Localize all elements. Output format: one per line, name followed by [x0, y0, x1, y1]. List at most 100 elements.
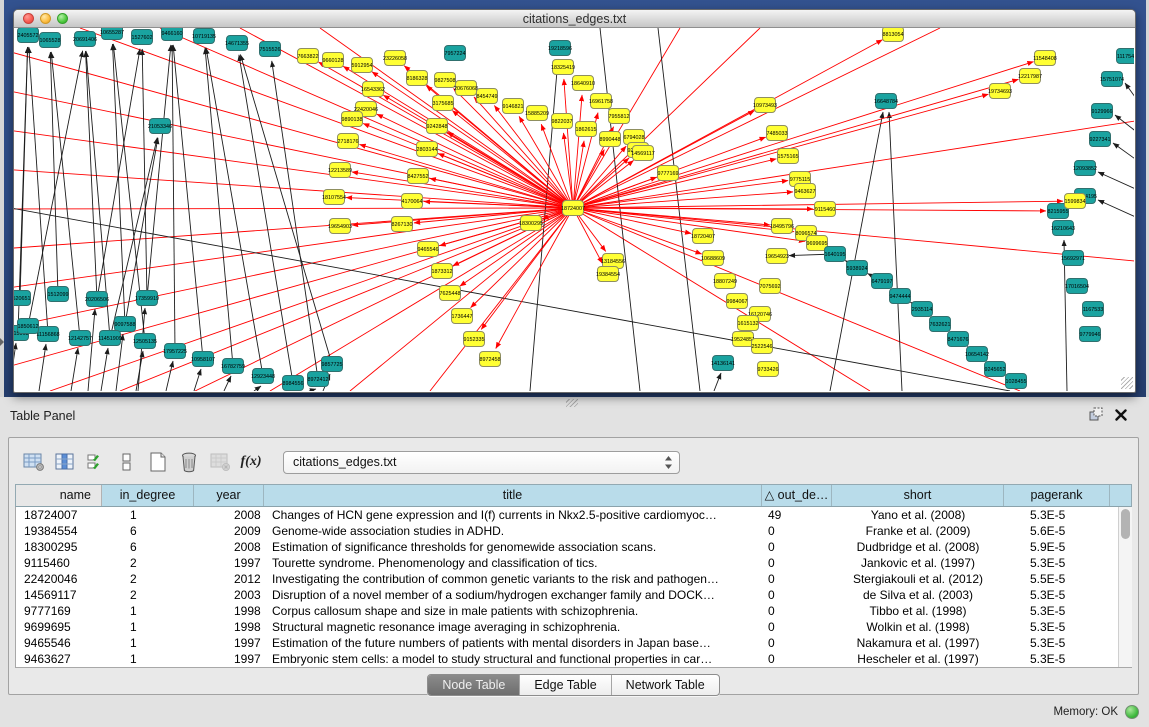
graph-node[interactable]: 18107554 [322, 190, 346, 205]
graph-node[interactable]: 9474444 [890, 289, 911, 304]
graph-node[interactable]: 7075692 [760, 279, 781, 294]
graph-node[interactable]: 11156868 [36, 327, 59, 342]
graph-node[interactable]: 7663822 [298, 49, 319, 64]
graph-node[interactable]: 9779946 [1080, 327, 1101, 342]
graph-node[interactable]: 14569117 [631, 146, 655, 161]
column-header-out_degree[interactable]: △ out_de… [762, 485, 832, 506]
graph-node[interactable]: 8972412 [308, 372, 329, 387]
graph-node[interactable]: 2520651 [14, 291, 31, 306]
column-header-title[interactable]: title [264, 485, 762, 506]
memory-led-icon[interactable] [1125, 705, 1139, 719]
canvas-resize-grip[interactable] [1121, 377, 1133, 389]
graph-node[interactable]: 1512099 [48, 287, 69, 302]
graph-node[interactable]: 4170064 [402, 194, 423, 209]
network-canvas[interactable]: 2405572106552820691406106552871527602946… [14, 28, 1135, 391]
graph-node[interactable]: 1117543 [1117, 49, 1135, 64]
graph-node[interactable]: 12923448 [251, 369, 275, 384]
graph-node[interactable]: 18495796 [770, 219, 794, 234]
graph-node[interactable]: 8984556 [283, 376, 304, 391]
graph-node[interactable]: 18325419 [551, 60, 575, 75]
graph-node[interactable]: 9115460 [815, 202, 836, 217]
graph-node[interactable]: 9129966 [1092, 104, 1113, 119]
column-header-short[interactable]: short [832, 485, 1004, 506]
table-scrollbar-thumb[interactable] [1121, 509, 1130, 539]
tab-network-table[interactable]: Network Table [611, 675, 719, 695]
graph-node[interactable]: 12142757 [68, 331, 92, 346]
table-row[interactable]: 2242004622012Investigating the contribut… [16, 571, 1131, 587]
tab-node-table[interactable]: Node Table [428, 675, 519, 695]
graph-node[interactable]: 8990448 [600, 132, 621, 147]
graph-node[interactable]: 9857725 [322, 357, 343, 372]
column-header-pagerank[interactable]: pagerank [1004, 485, 1110, 506]
graph-node[interactable]: 12217987 [1018, 69, 1042, 84]
graph-node[interactable]: 11548408 [1033, 51, 1057, 66]
graph-node[interactable]: 18720407 [691, 229, 715, 244]
graph-node[interactable]: 5938924 [847, 261, 868, 276]
graph-node[interactable]: 11451909 [98, 331, 122, 346]
zoom-window-button[interactable] [57, 13, 68, 24]
graph-node[interactable]: 2522546 [752, 339, 773, 354]
graph-node[interactable]: 2803144 [417, 142, 438, 157]
table-row[interactable]: 1830029562008Estimation of significance … [16, 539, 1131, 555]
graph-node[interactable]: 6479197 [872, 274, 893, 289]
graph-node[interactable]: 1640195 [825, 247, 846, 262]
graph-node[interactable]: 16961758 [589, 94, 613, 109]
graph-node[interactable]: 7632621 [930, 317, 951, 332]
graph-node[interactable]: 10719135 [192, 29, 216, 44]
column-header-in_degree[interactable]: in_degree [102, 485, 194, 506]
graph-node[interactable]: 1736447 [452, 309, 473, 324]
graph-node[interactable]: 2405572 [18, 28, 39, 43]
graph-node[interactable]: 18724007 [561, 201, 585, 216]
graph-node[interactable]: 3175685 [433, 96, 454, 111]
graph-node[interactable]: 7515526 [260, 42, 281, 57]
graph-node[interactable]: 9245652 [985, 362, 1006, 377]
graph-node[interactable]: 9463627 [795, 184, 816, 199]
graph-node[interactable]: 1615132 [738, 316, 759, 331]
graph-node[interactable]: 17016504 [1065, 279, 1089, 294]
graph-node[interactable]: 9242848 [427, 119, 448, 134]
graph-node[interactable]: 10655287 [100, 28, 124, 40]
table-row[interactable]: 911546021997Tourette syndrome. Phenomeno… [16, 555, 1131, 571]
close-panel-icon[interactable] [1115, 408, 1127, 426]
graph-node[interactable]: 2935114 [912, 302, 933, 317]
graph-node[interactable]: 20691406 [73, 32, 97, 47]
table-row[interactable]: 946362711997Embryonic stem cells: a mode… [16, 651, 1131, 667]
graph-node[interactable]: 16210643 [1051, 221, 1075, 236]
new-column-button[interactable] [145, 449, 171, 475]
graph-node[interactable]: 9822037 [552, 114, 573, 129]
network-window-titlebar[interactable]: citations_edges.txt [14, 10, 1135, 28]
panel-collapse-arrow-icon[interactable] [0, 338, 4, 346]
graph-node[interactable]: 19654903 [328, 219, 352, 234]
graph-node[interactable]: 9827508 [435, 73, 456, 88]
graph-node[interactable]: 9466160 [162, 28, 183, 41]
graph-node[interactable]: 2718176 [338, 134, 359, 149]
function-builder-button[interactable]: f(x) [238, 449, 264, 475]
graph-node[interactable]: 9152335 [464, 332, 485, 347]
graph-node[interactable]: 1028455 [1006, 374, 1027, 389]
graph-node[interactable]: 8454749 [477, 89, 498, 104]
delete-column-button[interactable] [176, 449, 202, 475]
minimize-window-button[interactable] [40, 13, 51, 24]
graph-node[interactable]: 23226058 [383, 51, 407, 66]
graph-node[interactable]: 8972458 [480, 352, 501, 367]
graph-node[interactable]: 18300295 [519, 216, 543, 231]
graph-node[interactable]: 16648784 [874, 94, 898, 109]
show-columns-button[interactable] [52, 449, 78, 475]
graph-node[interactable]: 16782759 [221, 359, 245, 374]
close-window-button[interactable] [23, 13, 34, 24]
graph-node[interactable]: 1862615 [576, 122, 597, 137]
graph-node[interactable]: 12213589 [328, 163, 352, 178]
graph-node[interactable]: 14671355 [225, 36, 249, 51]
select-all-button[interactable] [83, 449, 109, 475]
graph-node[interactable]: 8471676 [948, 332, 969, 347]
graph-node[interactable]: 18807249 [713, 274, 737, 289]
graph-node[interactable]: 15692971 [1061, 251, 1085, 266]
graph-node[interactable]: 9146821 [503, 99, 524, 114]
graph-node[interactable]: 20206506 [85, 292, 109, 307]
graph-node[interactable]: 10654142 [965, 347, 989, 362]
graph-node[interactable]: 18640910 [571, 76, 595, 91]
graph-node[interactable]: 9984067 [727, 294, 748, 309]
clear-selection-button[interactable] [114, 449, 140, 475]
graph-node[interactable]: 7485033 [767, 126, 788, 141]
graph-node[interactable]: 1065528 [40, 33, 61, 48]
